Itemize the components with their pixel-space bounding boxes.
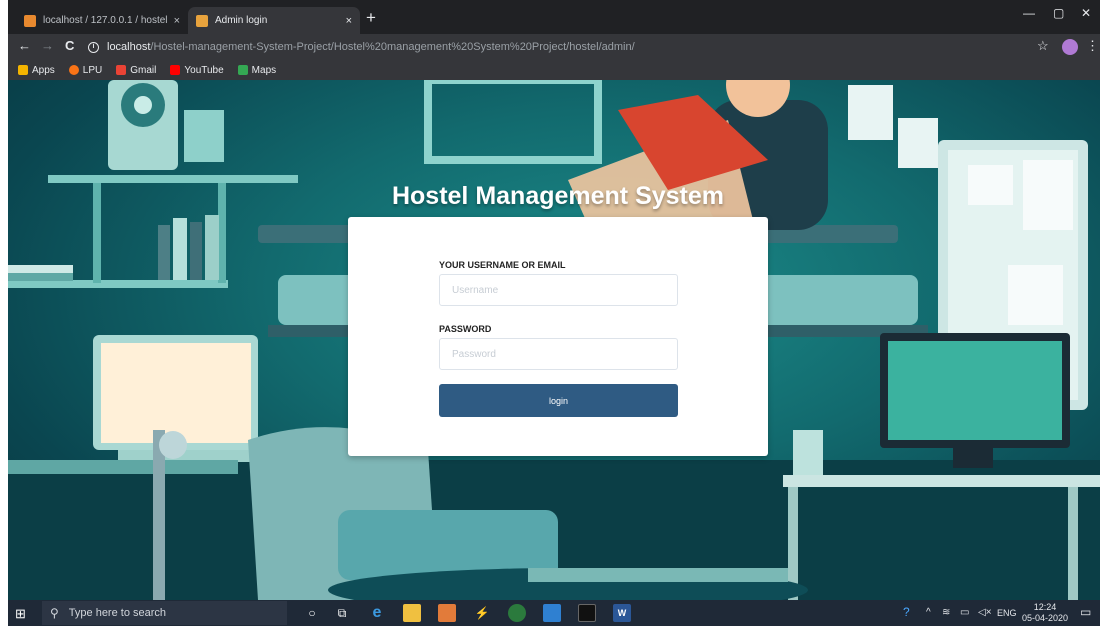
taskbar-clock[interactable]: 12:24 05-04-2020 [1020, 602, 1070, 624]
login-button[interactable]: login [439, 384, 678, 417]
tab-close-icon[interactable]: × [174, 15, 180, 27]
login-card: YOUR USERNAME OR EMAIL PASSWORD login [348, 217, 768, 456]
bookmark-label: Maps [251, 64, 277, 76]
bookmark-label: Apps [32, 64, 55, 76]
notifications-icon[interactable]: ▭ [1080, 605, 1091, 619]
reload-button[interactable]: C [65, 38, 74, 53]
clock-date: 05-04-2020 [1021, 613, 1069, 623]
youtube-icon [170, 65, 181, 75]
back-button[interactable]: ← [18, 38, 31, 53]
windows-start-icon[interactable]: ⊞ [15, 606, 26, 622]
username-input[interactable] [439, 274, 678, 306]
minimize-button[interactable]: — [1023, 6, 1035, 20]
bookmark-star-icon[interactable]: ☆ [1037, 38, 1049, 54]
clock-time: 12:24 [1033, 602, 1057, 612]
tab-admin-login[interactable]: Admin login × [188, 7, 360, 34]
maximize-button[interactable]: ▢ [1053, 6, 1064, 20]
password-label: PASSWORD [439, 324, 492, 334]
site-info-icon[interactable]: i [88, 41, 99, 53]
search-icon: ⚲ [50, 606, 59, 620]
bookmark-label: YouTube [184, 64, 224, 76]
browser-toolbar: ← → C i localhost/Hostel-management-Syst… [8, 34, 1100, 60]
windows-taskbar: ⊞ ⚲ Type here to search ○ ⧉ e ⚡ W ? ^ ≋ … [8, 600, 1100, 626]
password-input[interactable] [439, 338, 678, 370]
tab-title: Admin login [215, 15, 268, 26]
vscode-icon[interactable] [543, 604, 561, 622]
apps-grid-icon [18, 65, 28, 75]
bookmark-youtube[interactable]: YouTube [170, 64, 224, 76]
browser-window: localhost / 127.0.0.1 / hostel | ph × Ad… [8, 0, 1100, 626]
bookmark-maps[interactable]: Maps [237, 64, 277, 76]
chrome-icon[interactable] [508, 604, 526, 622]
phpmyadmin-favicon-icon [24, 14, 36, 27]
username-label: YOUR USERNAME OR EMAIL [439, 260, 566, 270]
tab-strip: localhost / 127.0.0.1 / hostel | ph × Ad… [8, 0, 1100, 34]
page-viewport: Hostel Management System YOUR USERNAME O… [8, 80, 1100, 600]
page-title: Hostel Management System [391, 182, 725, 210]
profile-avatar[interactable] [1062, 39, 1078, 55]
address-bar[interactable]: i localhost/Hostel-management-System-Pro… [88, 37, 1048, 57]
network-icon[interactable]: ≋ [942, 607, 950, 618]
help-icon[interactable]: ? [903, 605, 910, 619]
bookmarks-bar: Apps LPU Gmail YouTube Maps [8, 60, 1100, 80]
language-indicator[interactable]: ENG [997, 608, 1017, 618]
page-favicon-icon [196, 14, 208, 27]
terminal-icon[interactable] [578, 604, 596, 622]
sublime-text-icon[interactable]: ⚡ [473, 604, 491, 622]
edge-icon[interactable]: e [368, 604, 386, 622]
address-host: localhost [107, 41, 151, 53]
taskbar-search-placeholder: Type here to search [68, 607, 167, 619]
browser-menu-button[interactable]: ⋮ [1086, 38, 1099, 54]
tab-close-icon[interactable]: × [346, 15, 352, 27]
battery-icon[interactable]: ▭ [960, 607, 969, 618]
taskbar-search-box[interactable]: ⚲ Type here to search [42, 601, 287, 625]
bookmark-apps[interactable]: Apps [18, 65, 55, 76]
address-path: /Hostel-management-System-Project/Hostel… [150, 41, 635, 53]
volume-mute-icon[interactable]: ◁× [978, 607, 992, 618]
gmail-icon [116, 65, 127, 75]
bookmark-label: LPU [82, 64, 103, 76]
word-icon[interactable]: W [613, 604, 631, 622]
forward-button[interactable]: → [41, 38, 54, 53]
bookmark-gmail[interactable]: Gmail [116, 65, 156, 76]
bookmark-lpu[interactable]: LPU [68, 64, 103, 76]
lpu-icon [68, 65, 79, 75]
cortana-icon[interactable]: ○ [303, 604, 321, 622]
chevron-up-icon[interactable]: ^ [926, 607, 931, 618]
task-view-icon[interactable]: ⧉ [333, 604, 351, 622]
file-explorer-icon[interactable] [403, 604, 421, 622]
maps-icon [237, 65, 248, 75]
tab-phpmyadmin[interactable]: localhost / 127.0.0.1 / hostel | ph × [16, 7, 188, 34]
close-window-button[interactable]: ✕ [1081, 6, 1091, 20]
tab-title: localhost / 127.0.0.1 / hostel | ph [43, 15, 168, 26]
bookmark-label: Gmail [130, 64, 157, 76]
xampp-icon[interactable] [438, 604, 456, 622]
new-tab-button[interactable]: + [366, 8, 376, 28]
